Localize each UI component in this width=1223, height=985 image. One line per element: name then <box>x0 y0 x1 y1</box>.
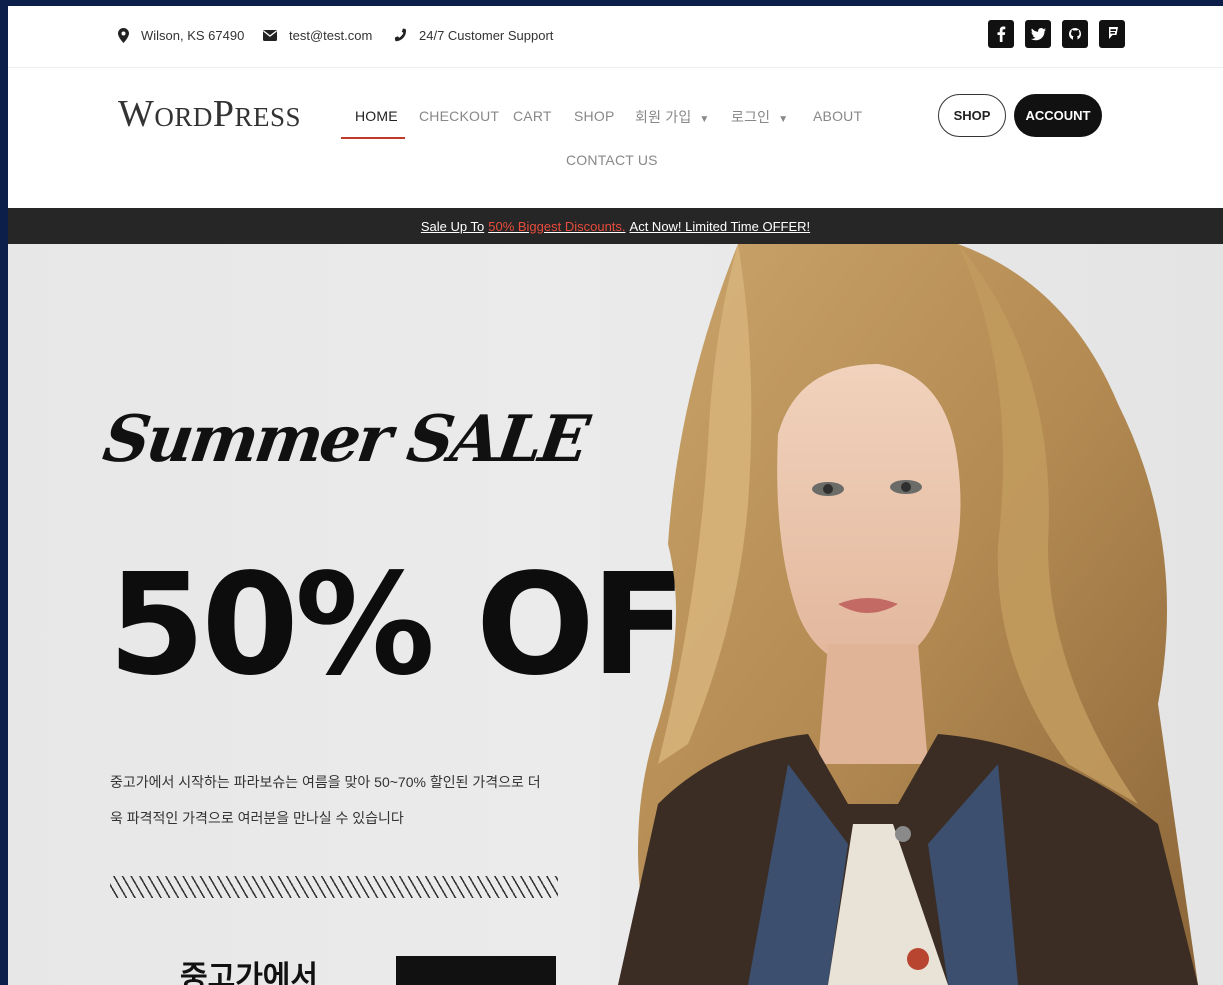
facebook-icon[interactable] <box>988 20 1014 48</box>
hero-description-line1: 중고가에서 시작하는 파라보슈는 여름을 맞아 50~70% 할인된 가격으로 … <box>110 774 541 790</box>
address-text: Wilson, KS 67490 <box>141 28 245 43</box>
hero-banner: Summer SALE 50% OFF 중고가에서 시작하는 파라보슈는 여름을… <box>8 244 1223 985</box>
hero-subheading: 중고가에서 <box>180 961 318 985</box>
hero-script-title: Summer SALE <box>98 402 591 477</box>
site-logo[interactable]: WordPress <box>118 92 301 136</box>
github-icon[interactable] <box>1062 20 1088 48</box>
nav-login-label: 로그인 <box>731 109 771 125</box>
envelope-icon <box>263 30 277 41</box>
email-info[interactable]: test@test.com <box>263 28 372 43</box>
nav-shop[interactable]: SHOP <box>574 108 614 124</box>
nav-home[interactable]: HOME <box>355 108 398 124</box>
nav-checkout[interactable]: CHECKOUT <box>419 108 499 124</box>
decorative-hatch <box>110 876 558 898</box>
chevron-down-icon: ▼ <box>699 114 710 125</box>
social-links <box>988 20 1125 48</box>
nav-cart[interactable]: CART <box>513 108 552 124</box>
email-text[interactable]: test@test.com <box>289 28 372 43</box>
nav-active-indicator <box>341 137 405 139</box>
top-info-bar: Wilson, KS 67490 test@test.com 24/7 Cust… <box>8 6 1223 68</box>
nav-about[interactable]: ABOUT <box>813 108 862 124</box>
model-photo <box>618 244 1198 985</box>
promo-bar[interactable]: Sale Up To 50% Biggest Discounts. Act No… <box>8 208 1223 244</box>
hero-description-line2: 욱 파격적인 가격으로 여러분을 만나실 수 있습니다 <box>110 810 404 826</box>
support-info: 24/7 Customer Support <box>393 28 553 43</box>
logo-text: WordPress <box>118 93 302 135</box>
nav-login-dropdown[interactable]: 로그인 ▼ <box>731 107 788 127</box>
phone-icon <box>394 28 406 42</box>
shop-now-button[interactable]: SHOP NOW! <box>396 956 556 985</box>
promo-suffix: Act Now! Limited Time OFFER! <box>629 218 811 234</box>
account-button[interactable]: ACCOUNT <box>1014 94 1102 137</box>
nav-signup-label: 회원 가입 <box>635 109 692 125</box>
foursquare-icon[interactable] <box>1099 20 1125 48</box>
shop-button[interactable]: SHOP <box>938 94 1006 137</box>
chevron-down-icon: ▼ <box>778 114 789 125</box>
twitter-icon[interactable] <box>1025 20 1051 48</box>
map-pin-icon <box>118 28 129 43</box>
nav-signup-dropdown[interactable]: 회원 가입 ▼ <box>635 107 710 127</box>
promo-highlight: 50% Biggest Discounts. <box>488 218 626 234</box>
address-info: Wilson, KS 67490 <box>118 28 244 43</box>
nav-contact[interactable]: CONTACT US <box>566 152 658 168</box>
hero-description: 중고가에서 시작하는 파라보슈는 여름을 맞아 50~70% 할인된 가격으로 … <box>110 764 570 836</box>
site-frame: Wilson, KS 67490 test@test.com 24/7 Cust… <box>8 6 1223 985</box>
support-text: 24/7 Customer Support <box>419 28 554 43</box>
promo-prefix: Sale Up To <box>420 218 485 234</box>
